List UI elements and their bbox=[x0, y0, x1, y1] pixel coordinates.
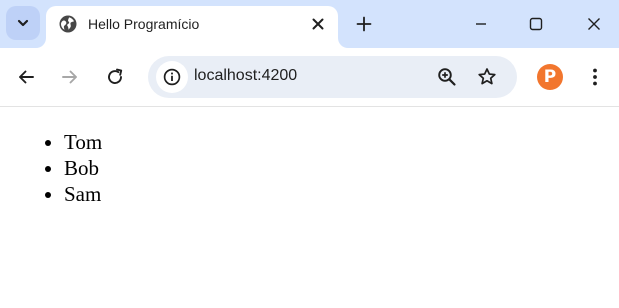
kebab-menu-icon bbox=[593, 68, 597, 86]
arrow-right-icon bbox=[62, 70, 77, 84]
tab-title: Hello Programício bbox=[88, 16, 200, 32]
name-list: Tom Bob Sam bbox=[40, 129, 102, 207]
page-content: Tom Bob Sam bbox=[0, 107, 619, 308]
extension-p-icon[interactable]: P bbox=[537, 64, 563, 90]
globe-icon bbox=[59, 15, 77, 33]
address-bar[interactable]: localhost:4200 bbox=[148, 56, 517, 98]
info-icon bbox=[163, 68, 181, 86]
list-item: Bob bbox=[64, 155, 102, 181]
tab-close-button[interactable] bbox=[308, 14, 328, 34]
maximize-button[interactable] bbox=[524, 12, 548, 36]
toolbar: localhost:4200 P bbox=[0, 48, 619, 106]
star-icon bbox=[478, 68, 496, 85]
close-icon bbox=[588, 18, 600, 30]
close-icon bbox=[312, 18, 324, 30]
new-tab-button[interactable] bbox=[352, 12, 376, 36]
back-button[interactable] bbox=[14, 65, 38, 89]
menu-button[interactable] bbox=[583, 65, 607, 89]
arrow-left-icon bbox=[19, 70, 34, 84]
site-info-button[interactable] bbox=[156, 61, 188, 93]
close-window-button[interactable] bbox=[582, 12, 606, 36]
chevron-down-icon bbox=[17, 19, 29, 27]
forward-button[interactable] bbox=[58, 65, 82, 89]
plus-icon bbox=[356, 16, 372, 32]
extension-letter: P bbox=[543, 66, 557, 87]
list-item: Tom bbox=[64, 129, 102, 155]
reload-button[interactable] bbox=[103, 65, 127, 89]
tab-search-button[interactable] bbox=[6, 6, 40, 40]
bookmark-button[interactable] bbox=[475, 65, 499, 89]
zoom-in-icon bbox=[438, 68, 456, 86]
list-item: Sam bbox=[64, 181, 102, 207]
minimize-icon bbox=[476, 23, 486, 25]
minimize-button[interactable] bbox=[469, 12, 493, 36]
maximize-icon bbox=[529, 17, 543, 31]
tab-strip: Hello Programício bbox=[0, 0, 619, 48]
url-text[interactable]: localhost:4200 bbox=[194, 67, 297, 85]
active-tab[interactable]: Hello Programício bbox=[46, 6, 338, 48]
zoom-button[interactable] bbox=[435, 65, 459, 89]
reload-icon bbox=[108, 68, 123, 84]
